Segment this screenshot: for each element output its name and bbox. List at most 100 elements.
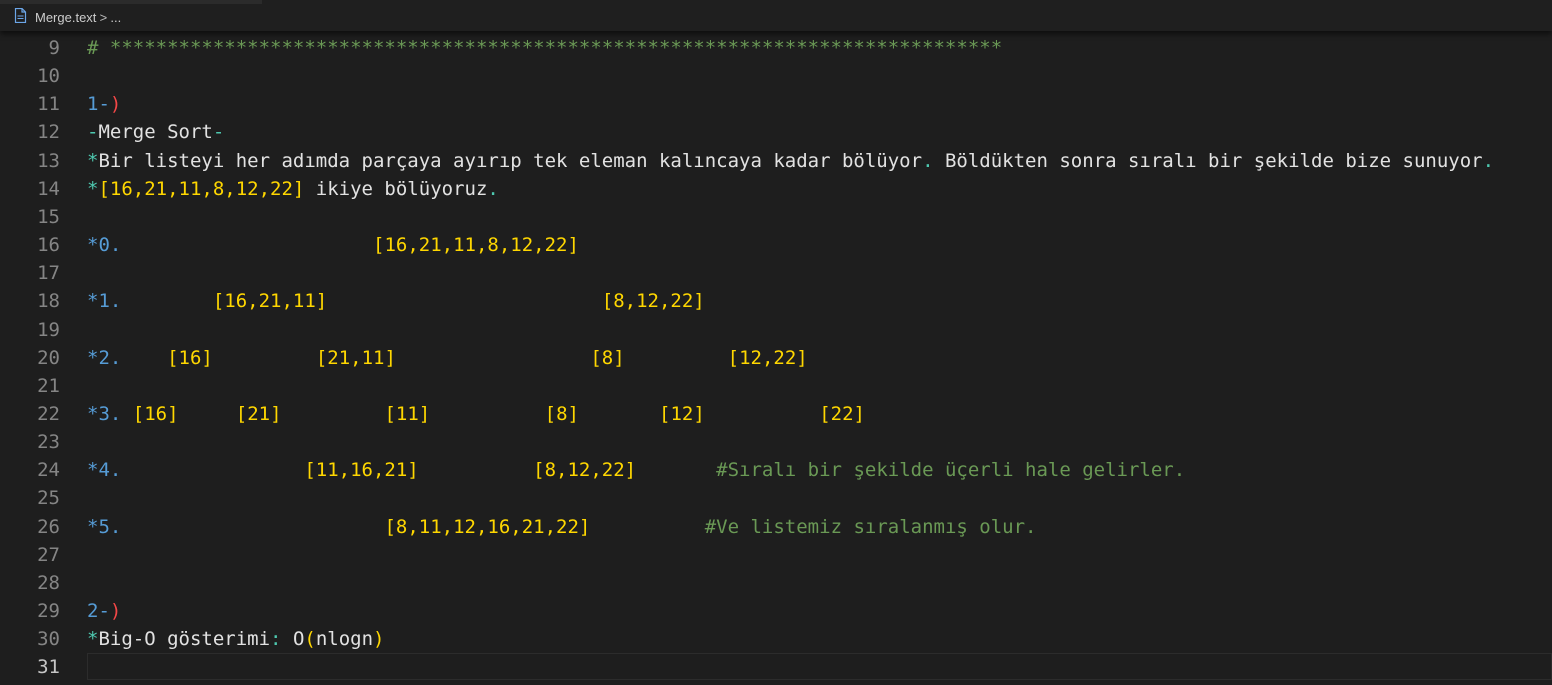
line-content[interactable]: *0. [16,21,11,8,12,22] bbox=[87, 231, 579, 259]
code-token: *4. bbox=[87, 459, 122, 482]
line-number: 30 bbox=[37, 628, 60, 651]
code-token: [11,16,21] bbox=[304, 459, 419, 482]
code-line[interactable]: 11 1-) bbox=[0, 90, 1552, 118]
line-content[interactable]: *4. [11,16,21] [8,12,22] #Sıralı bir şek… bbox=[87, 456, 1185, 484]
editor-text-area[interactable]: 9 # *************************************… bbox=[0, 34, 1552, 685]
code-token: [12] bbox=[659, 402, 705, 425]
code-line[interactable]: 10 bbox=[0, 62, 1552, 90]
code-line[interactable]: 30 *Big-O gösterimi: O(nlogn) bbox=[0, 625, 1552, 653]
line-number: 26 bbox=[37, 515, 60, 538]
code-token: [21,11] bbox=[315, 346, 396, 369]
line-number: 28 bbox=[37, 571, 60, 594]
line-content[interactable]: -Merge Sort- bbox=[87, 118, 224, 146]
code-line[interactable]: 29 2-) bbox=[0, 597, 1552, 625]
line-number: 29 bbox=[37, 600, 60, 622]
code-line[interactable]: 21 bbox=[0, 372, 1552, 400]
code-line[interactable]: 14 *[16,21,11,8,12,22] ikiye bölüyoruz. bbox=[0, 175, 1552, 203]
tab-strip-remnant bbox=[0, 0, 262, 4]
line-content[interactable]: *5. [8,11,12,16,21,22] #Ve listemiz sıra… bbox=[87, 513, 1036, 541]
code-line[interactable]: 31 bbox=[0, 653, 1552, 681]
code-token: . bbox=[1482, 149, 1495, 172]
breadcrumb-file-name[interactable]: Merge.text bbox=[35, 10, 96, 25]
code-line[interactable]: 24 *4. [11,16,21] [8,12,22] #Sıralı bir ş… bbox=[0, 456, 1552, 484]
breadcrumb-file[interactable]: Merge.text > ... bbox=[14, 7, 121, 26]
code-token: . bbox=[922, 149, 945, 172]
code-line[interactable]: 17 bbox=[0, 259, 1552, 287]
code-line[interactable]: 16 *0. [16,21,11,8,12,22] bbox=[0, 231, 1552, 259]
line-number: 12 bbox=[37, 121, 60, 144]
code-line[interactable]: 22 *3. [16] [21] [11] [8] [12] [22] bbox=[0, 400, 1552, 428]
code-token: [16,21,11,8,12,22] bbox=[373, 234, 579, 257]
code-token: #Ve listemiz sıralanmış olur. bbox=[704, 515, 1037, 538]
line-content[interactable]: *2. [16] [21,11] [8] [12,22] bbox=[87, 344, 808, 372]
code-token: Merge Sort bbox=[98, 121, 213, 144]
line-number: 15 bbox=[37, 205, 60, 228]
line-content[interactable]: # **************************************… bbox=[87, 34, 1002, 62]
line-content[interactable]: *3. [16] [21] [11] [8] [12] [22] bbox=[87, 400, 865, 428]
code-token: [16] bbox=[167, 346, 213, 369]
line-content[interactable]: *Big-O gösterimi: O(nlogn) bbox=[87, 625, 385, 653]
code-line[interactable]: 9 # *************************************… bbox=[0, 34, 1552, 62]
code-line[interactable]: 23 bbox=[0, 428, 1552, 456]
code-token: - bbox=[87, 121, 99, 144]
code-token: [21] bbox=[235, 402, 282, 425]
line-number: 17 bbox=[37, 262, 60, 285]
code-line[interactable]: 12 -Merge Sort- bbox=[0, 118, 1552, 146]
line-content[interactable]: *Bir listeyi her adımda parçaya ayırıp t… bbox=[87, 147, 1494, 175]
code-token: [11] bbox=[384, 402, 431, 425]
code-line[interactable]: 27 bbox=[0, 541, 1552, 569]
code-token: [22] bbox=[819, 402, 865, 425]
code-line[interactable]: 28 bbox=[0, 569, 1552, 597]
code-token: * bbox=[87, 177, 99, 200]
code-line[interactable]: 18 *1. [16,21,11] [8,12,22] bbox=[0, 287, 1552, 315]
code-line[interactable]: 19 bbox=[0, 316, 1552, 344]
code-line[interactable]: 13 *Bir listeyi her adımda parçaya ayırıp… bbox=[0, 147, 1552, 175]
code-token: [8] bbox=[544, 402, 579, 425]
code-token: Bir listeyi her adımda parçaya ayırıp te… bbox=[98, 149, 923, 172]
current-line-highlight bbox=[87, 653, 1552, 681]
line-number: 23 bbox=[37, 431, 60, 454]
code-token: *1. bbox=[87, 290, 122, 313]
line-number: 18 bbox=[37, 290, 60, 313]
line-number: 27 bbox=[37, 543, 60, 566]
line-number: 9 bbox=[48, 37, 60, 59]
code-token: * bbox=[87, 149, 99, 172]
code-line[interactable]: 26 *5. [8,11,12,16,21,22] #Ve listemiz sı… bbox=[0, 513, 1552, 541]
code-token: [12,22] bbox=[727, 346, 808, 369]
line-content[interactable]: *1. [16,21,11] [8,12,22] bbox=[87, 287, 705, 315]
code-token: # bbox=[87, 37, 110, 59]
file-icon bbox=[14, 7, 35, 26]
code-line[interactable]: 25 bbox=[0, 484, 1552, 512]
code-token: : bbox=[270, 628, 293, 651]
breadcrumb-more[interactable]: ... bbox=[110, 10, 121, 25]
code-token: ****************************************… bbox=[109, 37, 1003, 59]
code-token: nlogn bbox=[315, 628, 374, 651]
line-number: 16 bbox=[37, 234, 60, 257]
line-content[interactable]: 2-) bbox=[87, 597, 121, 625]
code-token: Big-O gösterimi bbox=[98, 628, 271, 651]
line-content[interactable]: *[16,21,11,8,12,22] ikiye bölüyoruz. bbox=[87, 175, 499, 203]
code-token: *0. bbox=[87, 234, 122, 257]
code-token: ) bbox=[109, 93, 122, 116]
code-editor-window: Merge.text > ... 9 # ********************… bbox=[0, 0, 1552, 685]
code-line[interactable]: 15 bbox=[0, 203, 1552, 231]
code-line[interactable]: 20 *2. [16] [21,11] [8] [12,22] bbox=[0, 344, 1552, 372]
code-token: *2. bbox=[87, 346, 122, 369]
line-number: 14 bbox=[37, 177, 60, 200]
line-content[interactable]: 1-) bbox=[87, 90, 121, 118]
chevron-right-icon: > bbox=[99, 9, 108, 25]
